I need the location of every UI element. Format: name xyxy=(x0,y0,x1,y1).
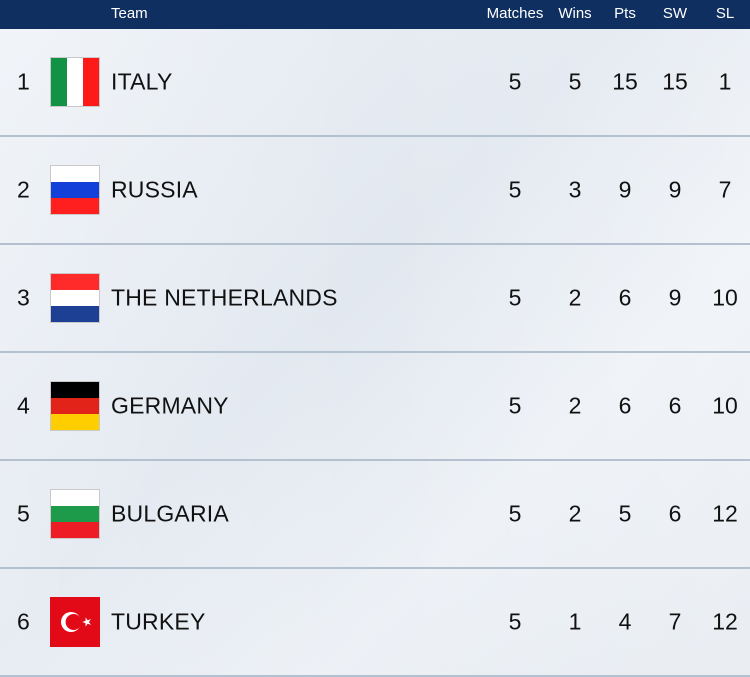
rank: 2 xyxy=(17,176,30,203)
table-header: Team Matches Wins Pts SW SL xyxy=(0,0,750,29)
sw-value: 6 xyxy=(668,392,682,419)
rank: 3 xyxy=(17,284,30,311)
rank: 5 xyxy=(17,500,30,527)
rank: 1 xyxy=(17,68,30,95)
sw-value: 7 xyxy=(668,608,682,635)
header-sl: SL xyxy=(715,5,735,22)
table-row[interactable]: 5 BULGARIA 5 2 5 6 12 xyxy=(0,461,750,569)
standings-table: Team Matches Wins Pts SW SL 1 ITALY 5 5 … xyxy=(0,0,750,677)
netherlands-flag-icon xyxy=(50,273,100,323)
sw-value: 9 xyxy=(668,176,682,203)
sl-value: 1 xyxy=(718,68,732,95)
matches-value: 5 xyxy=(508,608,522,635)
pts-value: 4 xyxy=(618,608,632,635)
team-name[interactable]: ITALY xyxy=(111,69,173,96)
germany-flag-icon xyxy=(50,381,100,431)
sw-value: 15 xyxy=(662,68,688,95)
team-name[interactable]: GERMANY xyxy=(111,393,229,420)
table-row[interactable]: 4 GERMANY 5 2 6 6 10 xyxy=(0,353,750,461)
team-name[interactable]: RUSSIA xyxy=(111,177,198,204)
wins-value: 1 xyxy=(568,608,582,635)
wins-value: 5 xyxy=(568,68,582,95)
rank: 6 xyxy=(17,608,30,635)
rank: 4 xyxy=(17,392,30,419)
header-matches: Matches xyxy=(486,5,544,22)
table-row[interactable]: 6 TURKEY 5 1 4 7 12 xyxy=(0,569,750,677)
matches-value: 5 xyxy=(508,500,522,527)
pts-value: 6 xyxy=(618,392,632,419)
turkey-flag-icon xyxy=(50,597,100,647)
sl-value: 10 xyxy=(712,284,738,311)
wins-value: 3 xyxy=(568,176,582,203)
header-wins: Wins xyxy=(558,5,592,22)
matches-value: 5 xyxy=(508,68,522,95)
matches-value: 5 xyxy=(508,392,522,419)
bulgaria-flag-icon xyxy=(50,489,100,539)
matches-value: 5 xyxy=(508,284,522,311)
table-row[interactable]: 3 THE NETHERLANDS 5 2 6 9 10 xyxy=(0,245,750,353)
header-sw: SW xyxy=(662,5,688,22)
sl-value: 7 xyxy=(718,176,732,203)
table-row[interactable]: 2 RUSSIA 5 3 9 9 7 xyxy=(0,137,750,245)
sl-value: 12 xyxy=(712,500,738,527)
wins-value: 2 xyxy=(568,284,582,311)
pts-value: 9 xyxy=(618,176,632,203)
pts-value: 15 xyxy=(612,68,638,95)
wins-value: 2 xyxy=(568,392,582,419)
matches-value: 5 xyxy=(508,176,522,203)
header-team: Team xyxy=(111,5,148,22)
russia-flag-icon xyxy=(50,165,100,215)
team-name[interactable]: THE NETHERLANDS xyxy=(111,285,338,312)
italy-flag-icon xyxy=(50,57,100,107)
table-row[interactable]: 1 ITALY 5 5 15 15 1 xyxy=(0,29,750,137)
sl-value: 10 xyxy=(712,392,738,419)
team-name[interactable]: TURKEY xyxy=(111,609,206,636)
wins-value: 2 xyxy=(568,500,582,527)
team-name[interactable]: BULGARIA xyxy=(111,501,229,528)
header-pts: Pts xyxy=(614,5,636,22)
sl-value: 12 xyxy=(712,608,738,635)
pts-value: 5 xyxy=(618,500,632,527)
sw-value: 9 xyxy=(668,284,682,311)
sw-value: 6 xyxy=(668,500,682,527)
pts-value: 6 xyxy=(618,284,632,311)
